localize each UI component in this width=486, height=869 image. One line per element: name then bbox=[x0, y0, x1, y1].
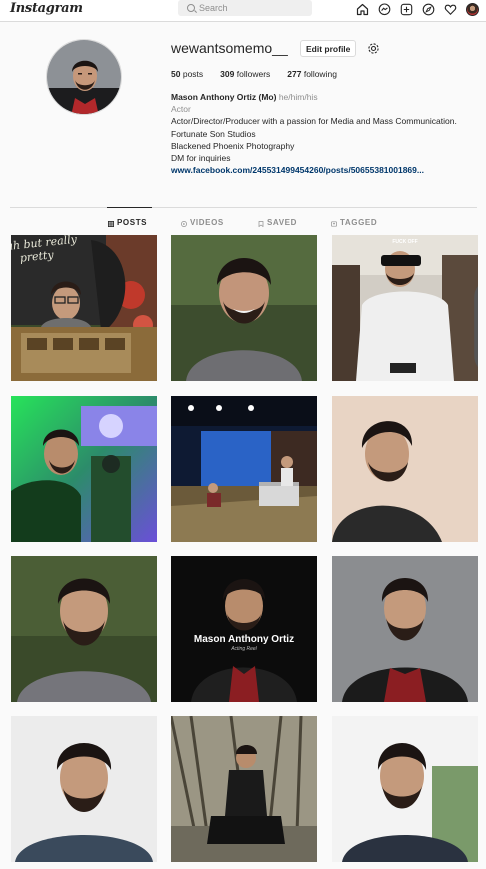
tab-posts[interactable]: POSTS bbox=[108, 218, 147, 227]
post-subcaption-overlay: Acting Reel bbox=[231, 646, 257, 652]
search-input[interactable] bbox=[199, 0, 304, 16]
tab-tagged[interactable]: TAGGED bbox=[331, 218, 377, 227]
post-caption-overlay: FUCK OFF bbox=[392, 239, 418, 245]
post-thumbnail[interactable] bbox=[11, 556, 157, 702]
activity-heart-icon[interactable] bbox=[444, 3, 457, 16]
post-thumbnail[interactable]: yeah but really pretty bbox=[11, 235, 157, 381]
post-thumbnail[interactable] bbox=[171, 716, 317, 862]
post-thumbnail[interactable] bbox=[332, 556, 478, 702]
explore-icon[interactable] bbox=[422, 3, 435, 16]
active-tab-indicator bbox=[107, 207, 152, 208]
tag-icon bbox=[331, 220, 337, 227]
search-box[interactable] bbox=[178, 0, 312, 16]
followers-label: followers bbox=[236, 69, 271, 79]
grid-icon bbox=[108, 220, 114, 227]
post-thumbnail[interactable] bbox=[332, 396, 478, 542]
post-thumbnail[interactable] bbox=[171, 235, 317, 381]
top-navigation-bar: Instagram bbox=[0, 0, 486, 22]
post-caption-overlay: Mason Anthony Ortiz bbox=[193, 634, 295, 645]
post-thumbnail[interactable] bbox=[332, 716, 478, 862]
tab-posts-label: POSTS bbox=[117, 218, 148, 227]
post-thumbnail[interactable] bbox=[171, 396, 317, 542]
post-thumbnail[interactable]: Mason Anthony Ortiz Acting Reel bbox=[171, 556, 317, 702]
profile-category: Actor bbox=[171, 104, 191, 115]
following-count: 277 bbox=[287, 69, 302, 79]
tab-videos[interactable]: VIDEOS bbox=[181, 218, 224, 227]
messenger-icon[interactable] bbox=[378, 3, 391, 16]
tab-tagged-label: TAGGED bbox=[340, 218, 378, 227]
settings-gear-icon[interactable] bbox=[367, 42, 380, 55]
new-post-icon[interactable] bbox=[400, 3, 413, 16]
search-icon bbox=[187, 4, 195, 12]
video-icon bbox=[464, 400, 474, 410]
followers-count: 309 bbox=[220, 69, 235, 79]
bio-line: DM for inquiries bbox=[171, 153, 231, 164]
tabs-divider bbox=[10, 207, 477, 208]
post-thumbnail[interactable] bbox=[11, 716, 157, 862]
bio-line: Fortunate Son Studios bbox=[171, 128, 256, 139]
bio-line: Actor/Director/Producer with a passion f… bbox=[171, 116, 457, 127]
profile-stats: 50 posts 309 followers 277 following bbox=[171, 69, 354, 79]
post-thumbnail[interactable]: FUCK OFF bbox=[332, 235, 478, 381]
edit-profile-button[interactable]: Edit profile bbox=[300, 40, 357, 57]
followers-stat[interactable]: 309 followers bbox=[220, 69, 270, 79]
bio-line: Blackened Phoenix Photography bbox=[171, 140, 295, 151]
carousel-icon bbox=[464, 239, 478, 368]
profile-picture[interactable] bbox=[46, 39, 122, 115]
following-stat[interactable]: 277 following bbox=[287, 69, 337, 79]
instagram-logo[interactable]: Instagram bbox=[10, 1, 83, 16]
video-icon bbox=[181, 220, 187, 227]
profile-bio: Mason Anthony Ortiz (Mo) he/him/his Acto… bbox=[171, 91, 476, 176]
posts-stat: 50 posts bbox=[171, 69, 203, 79]
posts-count: 50 bbox=[171, 69, 181, 79]
profile-username: wewantsomemo__ bbox=[171, 40, 288, 56]
posts-label: posts bbox=[182, 69, 204, 79]
tab-saved-label: SAVED bbox=[267, 218, 297, 227]
bio-name-row: Mason Anthony Ortiz (Mo) he/him/his bbox=[171, 91, 476, 103]
nav-icons bbox=[356, 3, 479, 16]
tab-videos-label: VIDEOS bbox=[190, 218, 224, 227]
following-label: following bbox=[303, 69, 337, 79]
bookmark-icon bbox=[258, 220, 264, 227]
profile-external-link[interactable]: www.facebook.com/245531499454260/posts/5… bbox=[171, 164, 476, 176]
tab-saved[interactable]: SAVED bbox=[258, 218, 297, 227]
profile-full-name: Mason Anthony Ortiz (Mo) bbox=[171, 92, 277, 102]
profile-pronouns: he/him/his bbox=[278, 92, 318, 102]
post-thumbnail[interactable] bbox=[11, 396, 157, 542]
profile-avatar-icon[interactable] bbox=[466, 3, 479, 16]
video-icon bbox=[303, 560, 313, 570]
home-icon[interactable] bbox=[356, 3, 369, 16]
